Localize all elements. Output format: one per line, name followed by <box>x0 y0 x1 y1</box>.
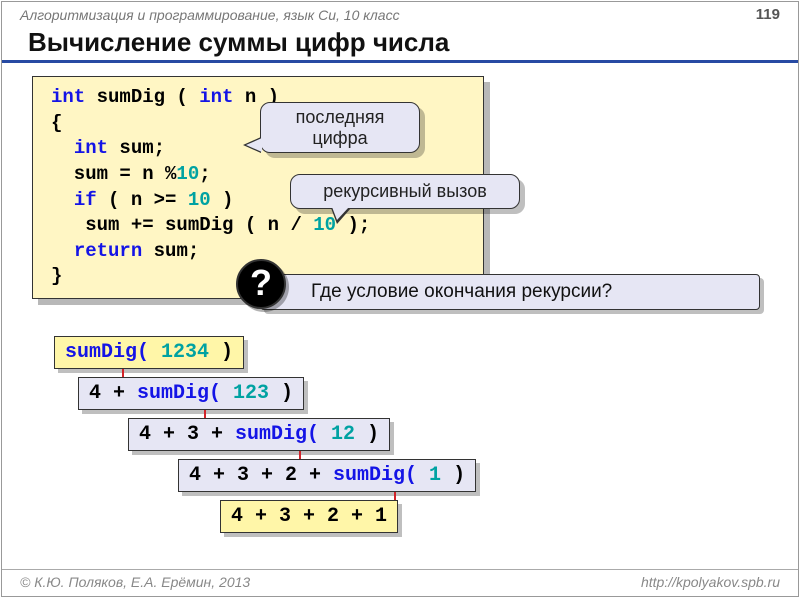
code-text: ; <box>199 163 210 185</box>
trace-text: 4 + 3 + 2 + 1 <box>231 505 387 528</box>
callout-tail-icon <box>246 138 262 152</box>
course-label: Алгоритмизация и программирование, язык … <box>20 7 400 23</box>
callout-text: последняя цифра <box>296 107 385 148</box>
code-text: ) <box>211 189 234 211</box>
num-literal: 10 <box>188 189 211 211</box>
trace-fn: sumDig( <box>137 382 221 405</box>
kw-int: int <box>51 86 85 108</box>
code-text <box>51 240 74 262</box>
question-box: Где условие окончания рекурсии? <box>260 274 760 310</box>
code-text: sum; <box>108 137 165 159</box>
page-number: 119 <box>756 6 780 23</box>
trace-arg: 1 <box>417 464 453 487</box>
trace-text: ) <box>367 423 379 446</box>
code-text <box>51 137 74 159</box>
callout-tail-icon <box>332 207 349 220</box>
slide-title: Вычисление суммы цифр числа <box>2 23 798 63</box>
question-mark-icon: ? <box>236 259 286 309</box>
trace-step-5: 4 + 3 + 2 + 1 <box>220 500 398 533</box>
code-text: ( n >= <box>97 189 188 211</box>
trace-step-2: 4 + sumDig( 123 ) <box>78 377 304 410</box>
code-text: sum += sumDig ( n / <box>51 214 313 236</box>
trace-step-1: sumDig( 1234 ) <box>54 336 244 369</box>
trace-text: ) <box>453 464 465 487</box>
kw-int: int <box>199 86 233 108</box>
code-text: sum; <box>142 240 199 262</box>
trace-arg: 1234 <box>149 341 221 364</box>
trace-text: 4 + 3 + <box>139 423 235 446</box>
question-text: Где условие окончания рекурсии? <box>311 281 612 302</box>
callout-text: рекурсивный вызов <box>323 181 487 201</box>
footer-url: http://kpolyakov.spb.ru <box>641 574 780 590</box>
code-text: sum = n % <box>51 163 176 185</box>
trace-fn: sumDig( <box>333 464 417 487</box>
trace-fn: sumDig( <box>65 341 149 364</box>
trace-text: ) <box>221 341 233 364</box>
trace-arg: 12 <box>319 423 367 446</box>
callout-recursive: рекурсивный вызов <box>290 174 520 209</box>
footer-copyright: © К.Ю. Поляков, Е.А. Ерёмин, 2013 <box>20 574 250 590</box>
callout-last-digit: последняя цифра <box>260 102 420 153</box>
trace-text: 4 + 3 + 2 + <box>189 464 333 487</box>
num-literal: 10 <box>176 163 199 185</box>
trace-arg: 123 <box>221 382 281 405</box>
code-text: { <box>51 112 62 134</box>
kw-return: return <box>74 240 142 262</box>
trace-text: 4 + <box>89 382 137 405</box>
kw-int: int <box>74 137 108 159</box>
trace-text: ) <box>281 382 293 405</box>
trace-step-3: 4 + 3 + sumDig( 12 ) <box>128 418 390 451</box>
code-text <box>51 189 74 211</box>
code-text: } <box>51 265 62 287</box>
trace-fn: sumDig( <box>235 423 319 446</box>
kw-if: if <box>74 189 97 211</box>
code-text: sumDig ( <box>85 86 199 108</box>
trace-step-4: 4 + 3 + 2 + sumDig( 1 ) <box>178 459 476 492</box>
